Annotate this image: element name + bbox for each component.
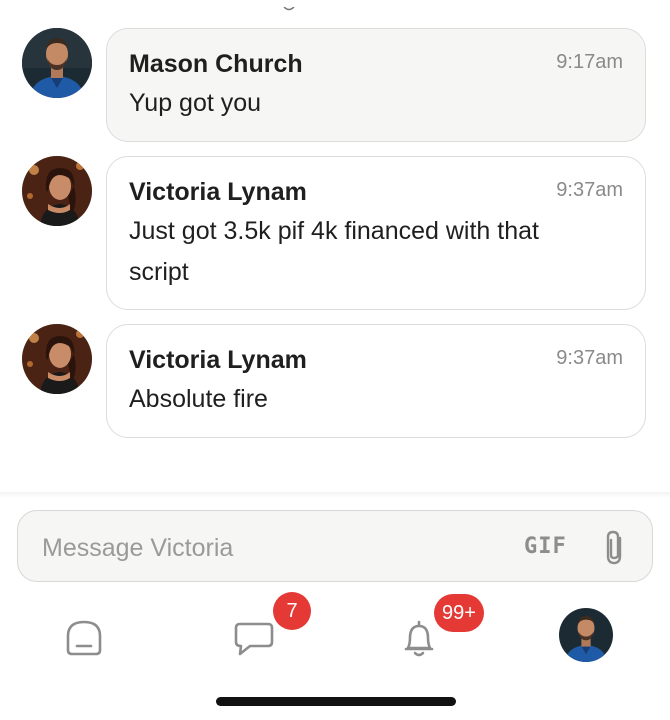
tab-profile[interactable] — [559, 608, 613, 662]
sender-avatar[interactable] — [22, 156, 92, 226]
chat-bubble-icon — [224, 622, 280, 670]
messages-badge: 7 — [273, 592, 311, 630]
bottom-tab-bar: 7 99+ — [0, 590, 670, 680]
notifications-badge: 99+ — [434, 594, 484, 632]
message-timestamp: 9:17am — [556, 51, 623, 73]
message-bubble[interactable]: Mason Church 9:17am Yup got you — [106, 28, 646, 142]
previous-content-edge — [0, 0, 670, 11]
home-indicator[interactable] — [216, 697, 456, 706]
message-bubble[interactable]: Victoria Lynam 9:37am Absolute fire — [106, 324, 646, 438]
gif-button[interactable]: GIF — [524, 533, 567, 561]
message-timestamp: 9:37am — [556, 347, 623, 369]
sender-avatar[interactable] — [22, 28, 92, 98]
message-timestamp: 9:37am — [556, 179, 623, 201]
message-text: Absolute fire — [129, 385, 268, 413]
message-composer[interactable]: GIF — [17, 510, 653, 582]
composer-divider — [0, 492, 670, 498]
message-bubble[interactable]: Victoria Lynam 9:37am Just got 3.5k pif … — [106, 156, 646, 310]
home-icon — [56, 620, 112, 670]
chat-screen: Mason Church 9:17am Yup got you Victoria… — [0, 0, 670, 720]
bell-icon — [391, 620, 447, 670]
tab-home[interactable] — [56, 610, 112, 666]
sender-name[interactable]: Victoria Lynam — [129, 175, 623, 209]
profile-avatar — [559, 608, 613, 662]
tab-messages[interactable] — [224, 610, 280, 666]
sender-name[interactable]: Victoria Lynam — [129, 343, 623, 377]
message-text: Just got 3.5k pif 4k financed with that … — [129, 217, 539, 286]
paperclip-icon[interactable] — [602, 529, 628, 567]
sender-name[interactable]: Mason Church — [129, 47, 623, 81]
sender-avatar[interactable] — [22, 324, 92, 394]
message-input[interactable] — [40, 529, 484, 567]
message-text: Yup got you — [129, 89, 262, 117]
